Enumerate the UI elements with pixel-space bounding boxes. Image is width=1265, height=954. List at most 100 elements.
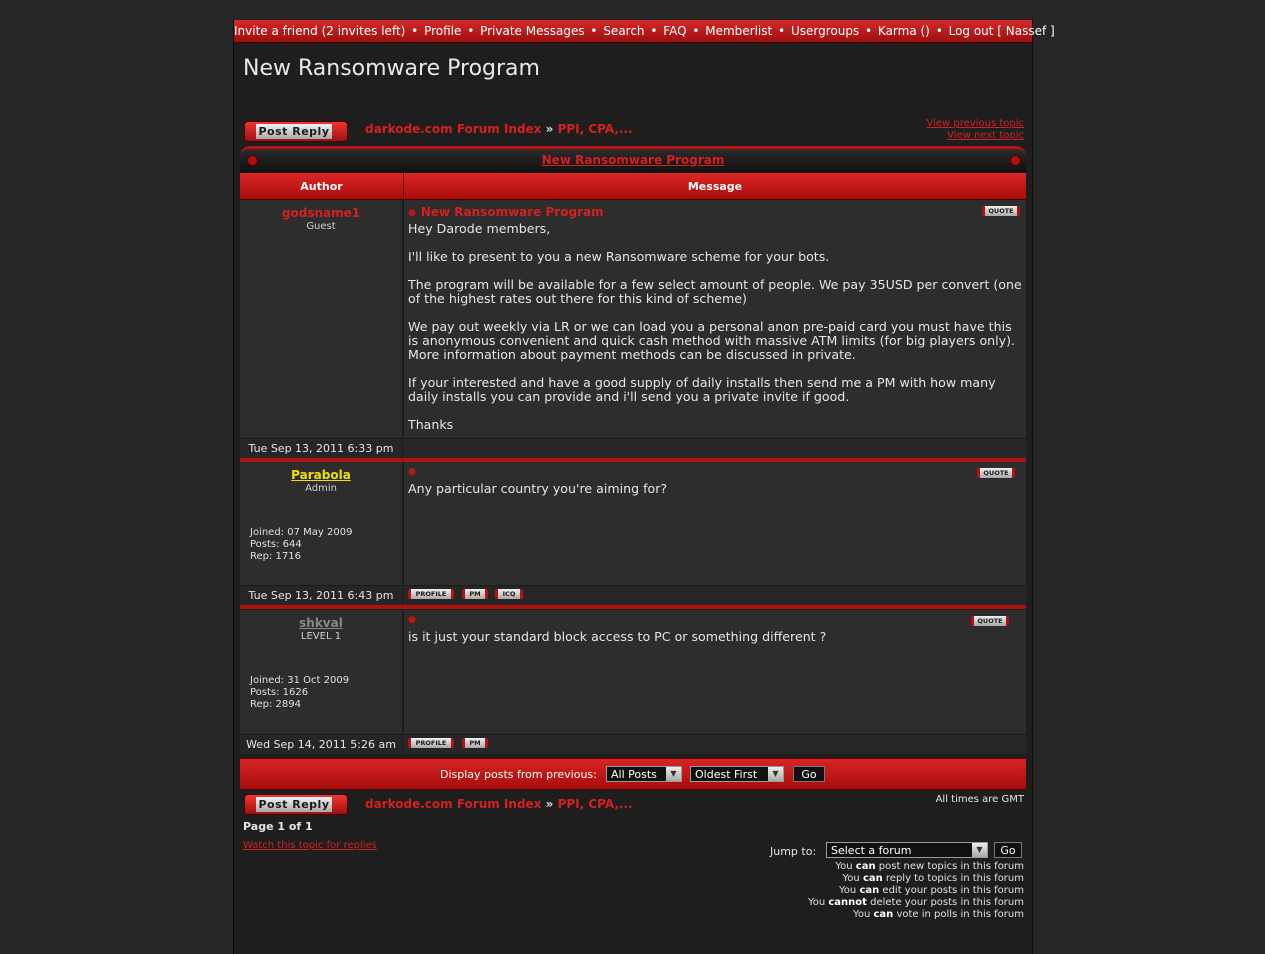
post-reply-label: Post Reply xyxy=(256,797,332,812)
breadcrumb-index-link[interactable]: darkode.com Forum Index xyxy=(365,122,541,136)
post-message-cell: ● QUOTE Any particular country you're ai… xyxy=(404,462,1026,585)
chevron-down-icon: ▼ xyxy=(666,767,681,781)
post-subject: ● xyxy=(408,612,421,626)
post-username[interactable]: godsname1 xyxy=(240,206,402,220)
quote-button[interactable]: QUOTE xyxy=(982,206,1020,216)
nav-memberlist-link[interactable]: Memberlist xyxy=(705,24,772,38)
post-paragraph: I'll like to present to you a new Ransom… xyxy=(408,249,830,264)
breadcrumb: darkode.com Forum Index » PPI, CPA,... xyxy=(365,122,633,136)
author-column-header: Author xyxy=(240,173,404,199)
post-user-stats: Joined: 07 May 2009 Posts: 644 Rep: 1716 xyxy=(250,527,352,563)
display-go-button[interactable]: Go xyxy=(793,766,825,782)
post-subject-text: New Ransomware Program xyxy=(420,205,604,219)
watch-topic-text[interactable]: Watch this topic for replies xyxy=(243,840,377,851)
post-separator xyxy=(240,605,1026,609)
permission-line: You can edit your posts in this forum xyxy=(839,885,1024,896)
post-subject: ● xyxy=(408,464,421,478)
post-message-cell: ● QUOTE is it just your standard block a… xyxy=(404,610,1026,734)
pm-button[interactable]: PM xyxy=(462,589,488,599)
post-username[interactable]: Parabola xyxy=(240,468,402,482)
nav-separator: • xyxy=(646,24,662,38)
view-previous-topic-link[interactable]: View previous topic xyxy=(926,118,1024,129)
nav-search-link[interactable]: Search xyxy=(603,24,644,38)
jump-label: Jump to: xyxy=(770,845,817,858)
post-user-rank: LEVEL 1 xyxy=(300,631,342,642)
breadcrumb-index-link[interactable]: darkode.com Forum Index xyxy=(365,797,541,811)
post-paragraph: Any particular country you're aiming for… xyxy=(408,481,668,496)
breadcrumb-arrow: » xyxy=(545,122,554,136)
profile-button[interactable]: PROFILE xyxy=(408,738,454,748)
order-select[interactable]: Oldest First ▼ xyxy=(690,766,784,782)
post-body: Any particular country you're aiming for… xyxy=(408,482,1022,510)
user-rep: Rep: 1716 xyxy=(250,551,301,562)
nav-faq-link[interactable]: FAQ xyxy=(663,24,686,38)
range-select[interactable]: All Posts ▼ xyxy=(606,766,682,782)
nav-karma-link[interactable]: Karma () xyxy=(878,24,930,38)
post-2: Parabola Admin Joined: 07 May 2009 Posts… xyxy=(240,462,1026,608)
breadcrumb-forum-link[interactable]: PPI, CPA,... xyxy=(558,797,633,811)
topic-title-bar: New Ransomware Program xyxy=(240,146,1026,173)
nav-logout-link[interactable]: Log out [ Nassef ] xyxy=(949,24,1055,38)
nav-separator: • xyxy=(586,24,602,38)
quote-button[interactable]: QUOTE xyxy=(971,616,1009,626)
profile-button[interactable]: PROFILE xyxy=(408,589,454,599)
post-body: is it just your standard block access to… xyxy=(408,630,1022,658)
nav-separator: • xyxy=(463,24,479,38)
message-column-header: Message xyxy=(687,180,743,193)
page-wrapper: Invite a friend (2 invites left) • Profi… xyxy=(233,20,1055,954)
jump-forum-select[interactable]: Select a forum ▼ xyxy=(826,842,988,858)
post-reply-button-bottom[interactable]: Post Reply xyxy=(244,794,348,815)
post-user-rank: Guest xyxy=(306,221,336,232)
pm-button[interactable]: PM xyxy=(462,738,488,748)
jump-go-button[interactable]: Go xyxy=(994,842,1022,858)
post-user-rank: Admin xyxy=(305,483,337,494)
nav-invite-link[interactable]: Invite a friend (2 invites left) xyxy=(234,24,405,38)
post-paragraph: Hey Darode members, xyxy=(408,221,551,236)
icq-button[interactable]: ICQ xyxy=(495,589,523,599)
nav-profile-link[interactable]: Profile xyxy=(424,24,461,38)
forum-permissions: You can post new topics in this forum Yo… xyxy=(808,861,1024,921)
post-footer: Tue Sep 13, 2011 6:43 pm PROFILE PM ICQ xyxy=(240,585,1026,608)
quote-button[interactable]: QUOTE xyxy=(977,468,1015,478)
permission-line: You can vote in polls in this forum xyxy=(853,909,1024,920)
display-label: Display posts from previous: xyxy=(440,768,597,781)
breadcrumb-bottom: darkode.com Forum Index » PPI, CPA,... xyxy=(365,797,633,811)
post-footer: Tue Sep 13, 2011 6:33 pm xyxy=(240,438,1026,461)
post-body: Hey Darode members, I'll like to present… xyxy=(408,222,1022,446)
nav-usergroups-link[interactable]: Usergroups xyxy=(791,24,859,38)
user-rep: Rep: 2894 xyxy=(250,699,301,710)
topic-navigation: View previous topic View next topic xyxy=(926,118,1024,142)
user-joined: Joined: 31 Oct 2009 xyxy=(250,675,350,686)
post-3: shkval LEVEL 1 Joined: 31 Oct 2009 Posts… xyxy=(240,610,1026,757)
column-header: Author Message xyxy=(240,173,1026,200)
post-reply-label: Post Reply xyxy=(256,124,332,139)
view-next-topic-link[interactable]: View next topic xyxy=(947,130,1024,141)
page-title: New Ransomware Program xyxy=(243,56,540,81)
nav-separator: • xyxy=(861,24,876,38)
post-date: Wed Sep 14, 2011 5:26 am xyxy=(240,738,403,757)
post-bullet-icon: ● xyxy=(408,467,416,477)
post-footer: Wed Sep 14, 2011 5:26 am PROFILE PM xyxy=(240,734,1026,757)
display-options-bar: Display posts from previous: All Posts ▼… xyxy=(240,758,1026,790)
range-select-value: All Posts xyxy=(611,768,657,781)
permission-line: You cannot delete your posts in this for… xyxy=(807,897,1024,908)
watch-topic-link[interactable]: Watch this topic for replies xyxy=(243,840,377,851)
nav-private-messages-link[interactable]: Private Messages xyxy=(480,24,585,38)
post-username[interactable]: shkval xyxy=(240,616,402,630)
topic-title-link[interactable]: New Ransomware Program xyxy=(240,153,1026,167)
page-indicator: Page 1 of 1 xyxy=(243,820,313,833)
user-joined: Joined: 07 May 2009 xyxy=(250,527,353,538)
post-subject: ● New Ransomware Program xyxy=(408,205,604,219)
post-paragraph: We pay out weekly via LR or we can load … xyxy=(408,319,1016,362)
bar-dot-right xyxy=(1010,155,1021,166)
breadcrumb-arrow: » xyxy=(545,797,554,811)
breadcrumb-forum-link[interactable]: PPI, CPA,... xyxy=(558,122,633,136)
nav-separator: • xyxy=(774,24,789,38)
chevron-down-icon: ▼ xyxy=(972,843,987,857)
post-bullet-icon: ● xyxy=(408,615,416,625)
order-select-value: Oldest First xyxy=(695,768,758,781)
timezone-note: All times are GMT xyxy=(935,794,1024,805)
post-reply-button-top[interactable]: Post Reply xyxy=(244,121,348,142)
post-message-cell: ● New Ransomware Program QUOTE Hey Darode… xyxy=(404,200,1026,438)
post-author-cell: Parabola Admin Joined: 07 May 2009 Posts… xyxy=(240,462,403,585)
